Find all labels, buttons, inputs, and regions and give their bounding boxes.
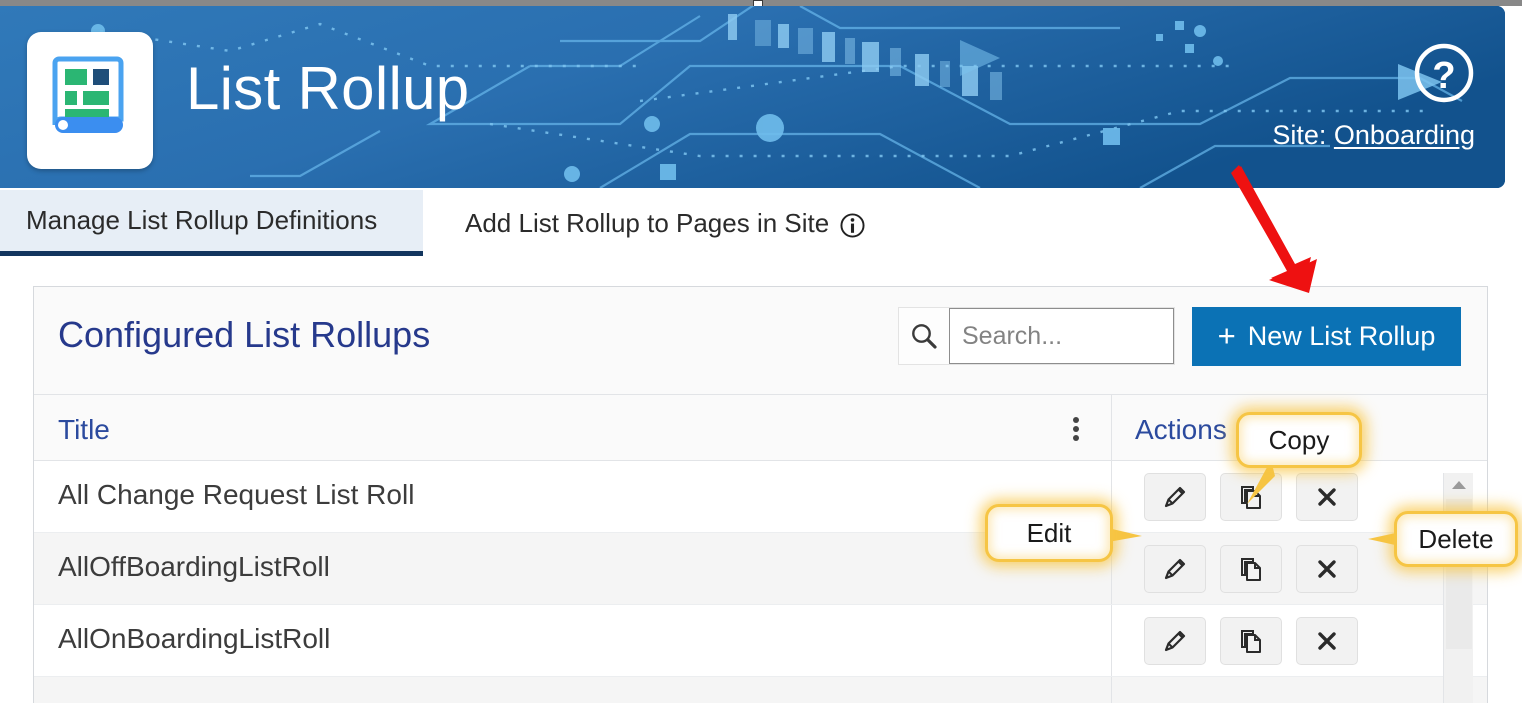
row-title: AllOffBoardingListRoll — [58, 551, 330, 582]
callout-copy-label: Copy — [1268, 424, 1330, 455]
copy-duplicate-icon[interactable] — [1220, 544, 1282, 593]
table-row[interactable] — [34, 677, 1487, 703]
scroll-up-arrow-icon[interactable] — [1444, 473, 1474, 497]
edit-pencil-icon[interactable] — [1144, 616, 1206, 665]
card-header: Configured List Rollups + New List Rollu… — [34, 287, 1487, 395]
table-row[interactable]: AllOffBoardingListRoll — [34, 533, 1487, 605]
new-list-rollup-button[interactable]: + New List Rollup — [1192, 307, 1461, 366]
row-actions — [1134, 533, 1358, 604]
delete-x-icon[interactable] — [1296, 616, 1358, 665]
info-circle-icon[interactable] — [840, 212, 865, 238]
table-row[interactable]: AllOnBoardingListRoll — [34, 605, 1487, 677]
delete-x-icon[interactable] — [1296, 472, 1358, 521]
search-input[interactable] — [949, 308, 1174, 364]
column-header-title[interactable]: Title — [58, 414, 110, 446]
list-rollup-app-icon — [27, 32, 153, 169]
help-question-icon[interactable]: ? — [1413, 42, 1475, 104]
table-vertical-scrollbar[interactable] — [1443, 473, 1473, 703]
callout-copy: Copy — [1236, 412, 1362, 468]
row-title: All Change Request List Roll — [58, 479, 415, 510]
site-indicator: Site: Onboarding — [1272, 120, 1475, 151]
delete-x-icon[interactable] — [1296, 544, 1358, 593]
tab-add-list-rollup-to-pages[interactable]: Add List Rollup to Pages in Site — [447, 190, 883, 256]
search-box — [898, 307, 1175, 365]
row-column-divider — [1111, 677, 1112, 703]
new-list-rollup-label: New List Rollup — [1247, 321, 1436, 351]
column-header-actions[interactable]: Actions — [1135, 414, 1227, 446]
callout-tail-edit — [1108, 528, 1142, 542]
callout-edit-label: Edit — [1026, 517, 1072, 548]
svg-text:?: ? — [1432, 55, 1455, 97]
site-link[interactable]: Onboarding — [1334, 120, 1475, 150]
red-annotation-arrow — [1231, 165, 1317, 293]
edit-pencil-icon[interactable] — [1144, 544, 1206, 593]
tab-label-manage: Manage List Rollup Definitions — [26, 205, 378, 235]
row-column-divider — [1111, 605, 1112, 676]
page-title: List Rollup — [186, 55, 470, 122]
app-icon-glyph — [52, 56, 124, 133]
plus-icon: + — [1217, 318, 1236, 353]
search-icon[interactable] — [899, 308, 949, 364]
card-title: Configured List Rollups — [58, 314, 431, 355]
tab-label-add: Add List Rollup to Pages in Site — [465, 207, 830, 238]
callout-edit: Edit — [985, 504, 1113, 562]
card-right-border — [1487, 473, 1488, 703]
app-root: List Rollup ? Site: Onboarding Manage Li… — [0, 0, 1522, 703]
row-title: AllOnBoardingListRoll — [58, 623, 331, 654]
callout-delete: Delete — [1394, 511, 1518, 567]
kebab-menu-icon[interactable] — [1062, 414, 1090, 444]
copy-duplicate-icon[interactable] — [1220, 616, 1282, 665]
row-actions — [1134, 605, 1358, 676]
column-divider — [1111, 395, 1112, 460]
tab-manage-list-rollup-definitions[interactable]: Manage List Rollup Definitions — [0, 190, 423, 256]
edit-pencil-icon[interactable] — [1144, 472, 1206, 521]
callout-delete-label: Delete — [1418, 523, 1494, 554]
site-label: Site: — [1272, 120, 1327, 150]
